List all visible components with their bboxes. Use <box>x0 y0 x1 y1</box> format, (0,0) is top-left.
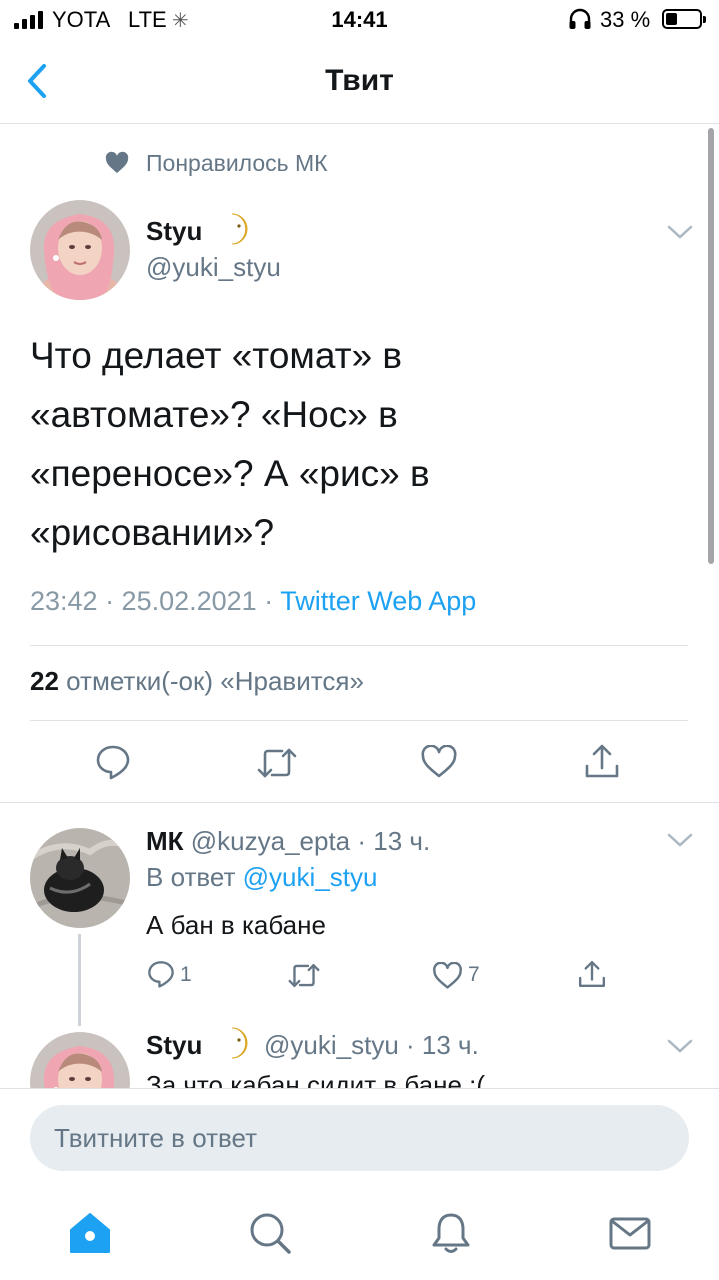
reply-author-name[interactable]: МК <box>146 826 184 856</box>
avatar[interactable] <box>30 828 130 928</box>
chevron-down-icon[interactable] <box>667 1038 693 1054</box>
like-button[interactable] <box>432 962 463 990</box>
divider <box>30 720 688 721</box>
tab-home[interactable] <box>67 1210 113 1256</box>
page-title: Твит <box>325 64 394 97</box>
comment-icon <box>96 745 130 780</box>
divider <box>0 802 719 803</box>
compose-placeholder: Твитните в ответ <box>54 1123 258 1153</box>
reply-time: · 13 ч. <box>350 826 431 856</box>
reply-2-container: Styu @yuki_styu · 13 ч. За что кабан сид… <box>0 1026 719 1088</box>
share-button[interactable] <box>577 959 607 989</box>
like-button[interactable] <box>420 745 458 779</box>
tweet-text: Что делает «томат» в «автомате»? «Нос» в… <box>30 335 430 553</box>
nav-header: Твит <box>0 40 719 124</box>
home-icon <box>70 1213 110 1253</box>
tweet-source-link[interactable]: Twitter Web App <box>280 586 476 616</box>
tweet-meta: 23:42 · 25.02.2021 · Twitter Web App <box>30 586 476 617</box>
reply-button[interactable] <box>95 744 131 780</box>
reply-text: А бан в кабане <box>146 910 326 940</box>
share-button[interactable] <box>583 742 621 780</box>
reply-meta: @yuki_styu · 13 ч. <box>264 1030 479 1061</box>
reply-header: МК @kuzya_epta · 13 ч. <box>146 826 430 857</box>
chevron-down-icon[interactable] <box>667 832 693 848</box>
share-icon <box>578 960 606 988</box>
retweet-button[interactable] <box>256 746 298 780</box>
avatar-photo <box>30 1032 130 1088</box>
battery-icon <box>662 9 706 29</box>
avatar-photo <box>30 200 130 300</box>
retweet-icon <box>257 748 297 778</box>
heart-outline-icon <box>421 745 457 778</box>
retweet-icon <box>288 963 320 988</box>
moon-emoji-icon <box>231 1027 248 1059</box>
tab-messages[interactable] <box>607 1210 653 1256</box>
reply-button[interactable] <box>147 960 175 988</box>
like-count: 7 <box>468 963 480 986</box>
replying-to-handle[interactable]: @yuki_styu <box>243 862 378 892</box>
moon-emoji-icon <box>231 213 248 245</box>
reply-time: · 13 ч. <box>398 1030 479 1060</box>
battery-percent: 33 % <box>600 7 651 32</box>
reply-author-name[interactable]: Styu <box>146 1030 202 1060</box>
likes-label: отметки(-ок) «Нравится» <box>58 666 364 696</box>
reply-compose-input[interactable]: Твитните в ответ <box>30 1105 689 1171</box>
likes-summary[interactable]: 22 отметки(-ок) «Нравится» <box>30 666 364 697</box>
tab-notifications[interactable] <box>428 1210 474 1256</box>
comment-icon <box>148 961 174 988</box>
reply-author-handle[interactable]: @yuki_styu <box>264 1030 399 1060</box>
author-handle[interactable]: @yuki_styu <box>146 252 281 283</box>
replying-to-label: В ответ <box>146 862 243 892</box>
chevron-down-icon[interactable] <box>667 224 693 240</box>
likes-count: 22 <box>30 666 59 696</box>
reply-count: 1 <box>180 963 192 986</box>
heart-outline-icon <box>433 962 462 989</box>
retweet-button[interactable] <box>287 962 321 989</box>
tab-search[interactable] <box>247 1210 293 1256</box>
bell-icon <box>432 1213 470 1253</box>
avatar[interactable] <box>30 1032 130 1088</box>
headphones-icon <box>569 8 591 29</box>
status-bar: YOTA LTE ✳ 14:41 33 % <box>0 0 719 40</box>
reply-text: За что кабан сидит в бане :( <box>146 1070 486 1088</box>
social-context-text: Понравилось МК <box>146 149 328 176</box>
share-icon <box>585 744 619 778</box>
thread-line <box>78 934 81 1026</box>
replying-to: В ответ @yuki_styu <box>146 862 377 893</box>
avatar-photo <box>30 828 130 928</box>
divider <box>30 645 688 646</box>
avatar[interactable] <box>30 200 130 300</box>
social-context: Понравилось МК <box>104 148 328 178</box>
author-name[interactable]: Styu <box>146 216 202 247</box>
envelope-icon <box>609 1217 651 1250</box>
heart-icon <box>105 151 129 173</box>
reply-author-handle[interactable]: @kuzya_epta <box>191 826 350 856</box>
scrollbar[interactable] <box>708 128 714 564</box>
search-icon <box>250 1213 291 1254</box>
tweet-timestamp: 23:42 · 25.02.2021 · <box>30 586 281 616</box>
reply-header: Styu <box>146 1030 202 1061</box>
